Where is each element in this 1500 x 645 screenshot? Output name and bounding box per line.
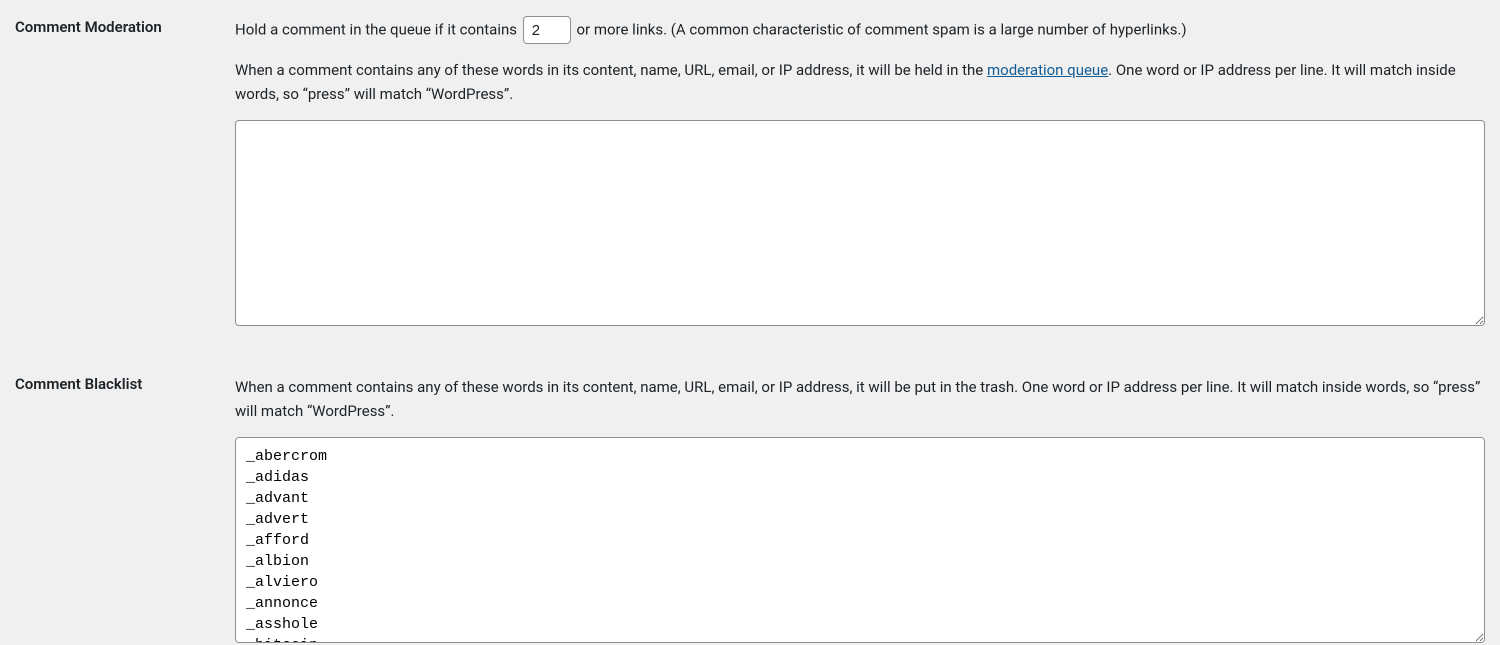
max-links-line: Hold a comment in the queue if it contai… [235, 16, 1485, 44]
comment-moderation-row: Comment Moderation Hold a comment in the… [0, 0, 1500, 353]
moderation-queue-link[interactable]: moderation queue [987, 61, 1108, 79]
comment-blacklist-row: Comment Blacklist When a comment contain… [0, 353, 1500, 645]
moderation-description: When a comment contains any of these wor… [235, 58, 1485, 106]
comment-blacklist-heading: Comment Blacklist [15, 375, 142, 393]
max-links-prefix: Hold a comment in the queue if it contai… [235, 21, 521, 39]
comment-moderation-heading: Comment Moderation [15, 18, 162, 36]
moderation-desc-prefix: When a comment contains any of these wor… [235, 61, 987, 79]
blacklist-keys-textarea[interactable] [235, 437, 1485, 643]
blacklist-description: When a comment contains any of these wor… [235, 375, 1485, 423]
max-links-input[interactable] [523, 16, 571, 44]
moderation-keys-textarea[interactable] [235, 120, 1485, 326]
max-links-suffix: or more links. (A common characteristic … [576, 21, 1186, 39]
